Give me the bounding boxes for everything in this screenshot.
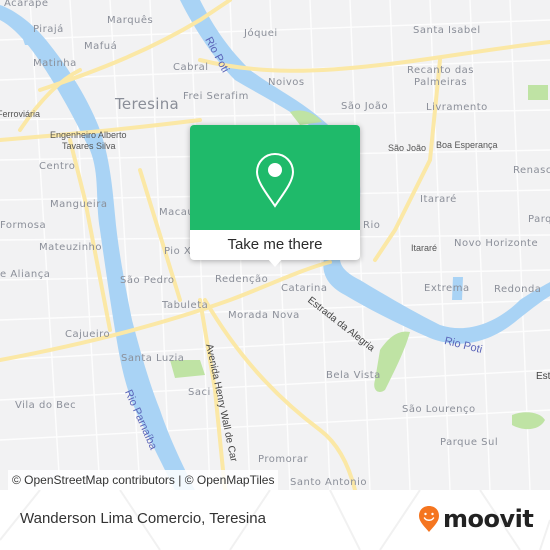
label-catarina: Catarina	[281, 283, 328, 294]
label-macauba: Macaú	[159, 207, 195, 218]
label-vila-do-bec: Vila do Bec	[15, 400, 77, 411]
label-sao-joao: São João	[341, 101, 389, 112]
popup-header	[190, 125, 360, 230]
label-parque-sul: Parque Sul	[440, 437, 499, 448]
label-parque: Parq	[528, 214, 550, 225]
label-novo-horizonte: Novo Horizonte	[454, 238, 539, 249]
poi-itarare-station: Itararé	[411, 243, 438, 253]
road-northeast	[198, 40, 550, 73]
label-bela-vista: Bela Vista	[326, 370, 381, 381]
label-mateuzinho: Mateuzinho	[39, 242, 102, 253]
label-matinha: Matinha	[33, 58, 77, 69]
poi-engenheiro-1: Engenheiro Alberto	[50, 130, 127, 140]
moovit-logo[interactable]: moovit	[418, 504, 534, 534]
label-sao-pedro: São Pedro	[120, 275, 175, 286]
popup-pointer	[267, 258, 283, 267]
label-frei-serafim: Frei Serafim	[183, 91, 249, 102]
label-pio-xii: Pio X	[164, 246, 192, 257]
city-label-teresina: Teresina	[115, 95, 179, 113]
moovit-pin-icon	[419, 506, 439, 532]
label-morada-nova: Morada Nova	[228, 310, 300, 321]
label-mangueira: Mangueira	[50, 199, 108, 210]
poi-boa-esperanca: Boa Esperança	[436, 140, 498, 150]
label-piraja: Pirajá	[33, 24, 64, 35]
label-promorar: Promorar	[258, 454, 309, 465]
label-saci: Saci	[188, 387, 211, 398]
footer-bar: Wanderson Lima Comercio, Teresina moovit	[0, 490, 550, 550]
location-popup: Take me there	[190, 125, 360, 267]
label-cajueiro: Cajueiro	[65, 329, 111, 340]
label-acarape: Acarape	[4, 0, 49, 9]
road-label-est: Est	[536, 371, 550, 382]
location-pin-icon	[255, 152, 295, 208]
poi-ferroviaria: Ferroviária	[0, 109, 41, 119]
label-recanto-2: Palmeiras	[414, 77, 468, 88]
map-attribution[interactable]: © OpenStreetMap contributors | © OpenMap…	[8, 470, 279, 490]
label-mafua: Mafuá	[84, 41, 118, 52]
label-recanto-1: Recanto das	[407, 65, 475, 76]
place-title: Wanderson Lima Comercio, Teresina	[20, 510, 266, 527]
label-livramento: Livramento	[426, 102, 488, 113]
label-sao-lourenco: São Lourenço	[402, 404, 476, 415]
label-rio: Rio	[363, 220, 381, 231]
poi-engenheiro-2: Tavares Silva	[62, 141, 116, 151]
label-santa-luzia: Santa Luzia	[121, 353, 185, 364]
map-view[interactable]: Acarape Marquês Jóquei Santa Isabel Pira…	[0, 0, 550, 490]
label-redonda: Redonda	[494, 284, 542, 295]
label-joquei: Jóquei	[244, 28, 278, 39]
poi-sao-joao-station: São João	[388, 143, 427, 153]
label-formosa: Formosa	[0, 220, 47, 231]
label-centro: Centro	[39, 161, 76, 172]
label-tabuleta: Tabuleta	[162, 300, 209, 311]
label-alianca: e Aliança	[0, 269, 51, 280]
take-me-there-button[interactable]: Take me there	[190, 230, 360, 260]
label-itarare: Itararé	[420, 194, 457, 205]
label-renascenca: Renasc	[513, 165, 550, 176]
label-marques: Marquês	[107, 15, 154, 26]
label-santa-isabel: Santa Isabel	[413, 25, 481, 36]
label-cabral: Cabral	[173, 62, 209, 73]
road-livramento	[373, 58, 442, 262]
moovit-wordmark: moovit	[443, 505, 534, 533]
label-extrema: Extrema	[424, 283, 470, 294]
label-santo-antonio: Santo Antonio	[290, 477, 367, 488]
label-noivos: Noivos	[268, 77, 305, 88]
label-redencao: Redenção	[215, 274, 269, 285]
